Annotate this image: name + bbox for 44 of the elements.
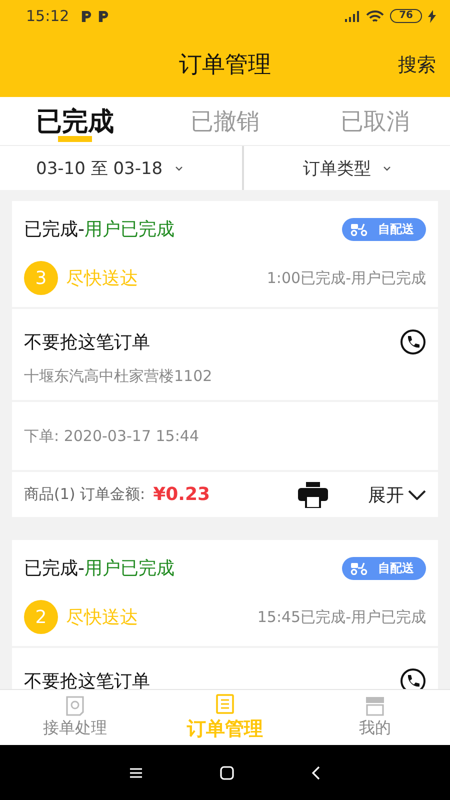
order-summary: 商品(1) 订单金额: bbox=[24, 485, 146, 504]
order-amount: ¥0.23 bbox=[153, 484, 210, 505]
scooter-icon bbox=[350, 222, 368, 236]
notification-icon bbox=[98, 10, 110, 22]
status-time: 15:12 bbox=[26, 7, 70, 25]
progress-text: 15:45已完成-用户已完成 bbox=[257, 608, 426, 626]
scooter-icon bbox=[350, 562, 368, 574]
filter-dropdown[interactable]: 订单类型 bbox=[242, 146, 450, 190]
receipt-icon bbox=[66, 696, 84, 716]
status-tab[interactable]: 已完成 bbox=[0, 97, 150, 145]
chevron-down-icon bbox=[408, 490, 426, 500]
nav-tab[interactable]: 接单处理 bbox=[0, 690, 150, 745]
store-icon bbox=[365, 696, 385, 716]
caret-icon bbox=[383, 166, 391, 170]
nav-tab[interactable]: 我的 bbox=[300, 690, 450, 745]
order-status: 已完成-用户已完成 bbox=[24, 218, 176, 241]
home-icon[interactable] bbox=[220, 766, 234, 780]
delivery-badge: 自配送 bbox=[342, 218, 426, 240]
delivery-badge: 自配送 bbox=[342, 556, 426, 580]
phone-icon[interactable] bbox=[400, 668, 426, 689]
delivery-priority: 尽快送达 bbox=[66, 606, 138, 629]
progress-text: 1:00已完成-用户已完成 bbox=[266, 268, 426, 288]
order-time: 下单: 2020-03-17 15:44 bbox=[24, 426, 199, 446]
filter-dropdown[interactable]: 03-10 至 03-18 bbox=[0, 146, 242, 190]
battery-level: 76 bbox=[390, 9, 422, 23]
back-icon[interactable] bbox=[311, 766, 322, 780]
page-title: 订单管理 bbox=[179, 51, 271, 80]
menu-icon[interactable] bbox=[128, 766, 143, 778]
notification-icon bbox=[81, 10, 92, 22]
customer-name: 不要抢这笔订单 bbox=[24, 331, 151, 354]
delivery-priority: 尽快送达 bbox=[66, 267, 138, 290]
wifi-icon bbox=[366, 10, 384, 22]
printer-icon[interactable] bbox=[298, 482, 328, 508]
expand-button[interactable]: 展开 bbox=[368, 482, 426, 506]
phone-icon[interactable] bbox=[400, 329, 426, 355]
order-status: 已完成-用户已完成 bbox=[24, 557, 176, 580]
order-number: 3 bbox=[24, 261, 58, 295]
charging-icon bbox=[428, 10, 436, 22]
order-number: 2 bbox=[24, 600, 58, 634]
search-button[interactable]: 搜索 bbox=[398, 52, 436, 78]
signal-icon bbox=[344, 10, 360, 22]
list-icon bbox=[216, 694, 234, 714]
caret-icon bbox=[174, 166, 183, 170]
delivery-address: 十堰东汽高中杜家营楼1102 bbox=[24, 367, 214, 386]
